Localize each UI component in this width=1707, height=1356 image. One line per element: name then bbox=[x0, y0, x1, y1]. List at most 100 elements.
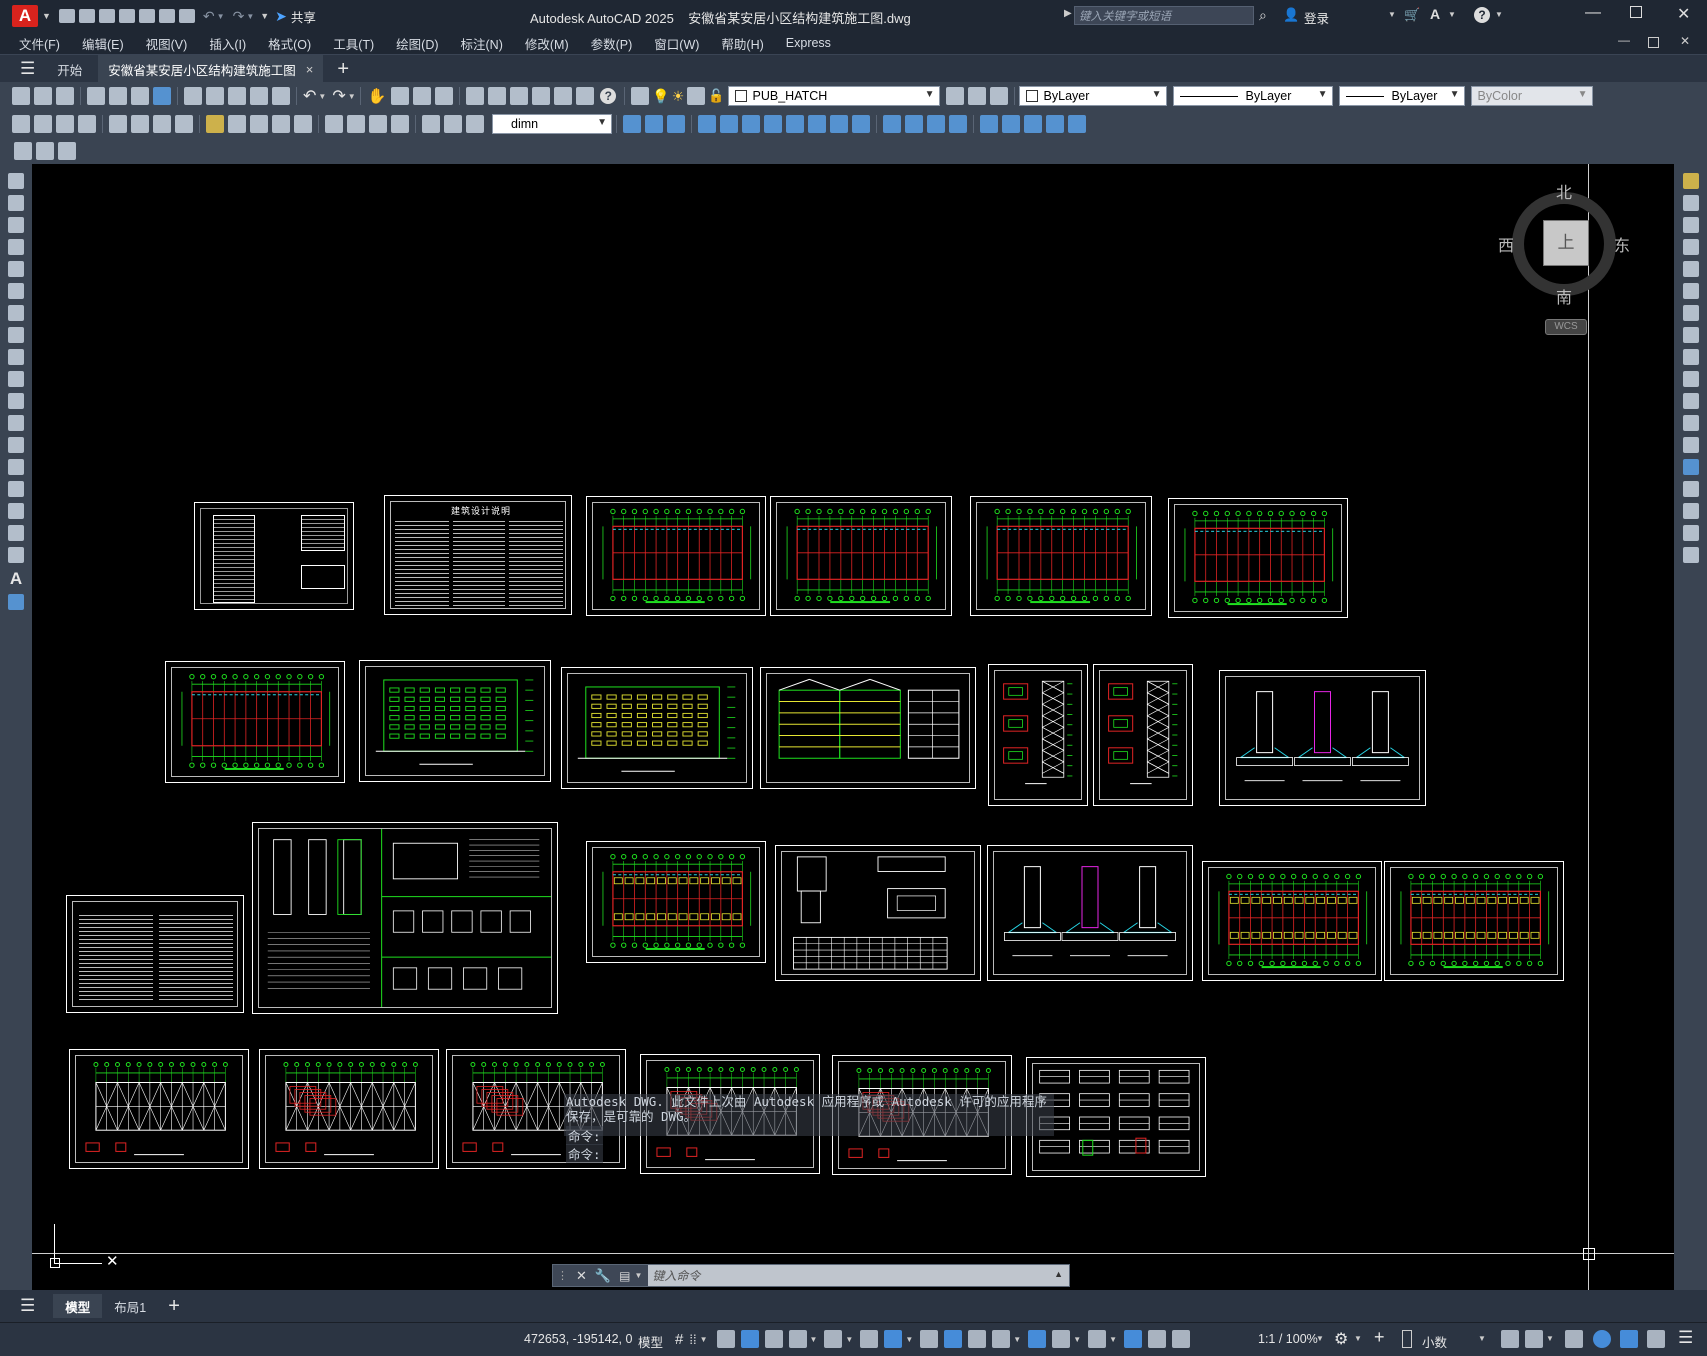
object-snap-tracking-icon[interactable] bbox=[860, 1330, 879, 1348]
menu-help[interactable]: 帮助(H) bbox=[721, 34, 763, 53]
model-space-canvas[interactable]: ✕ 上 北 南 西 东 WCS 建筑设计说明 Autodesk DWG. 此文件… bbox=[32, 164, 1674, 1290]
help-icon[interactable]: ? bbox=[1474, 7, 1490, 23]
zoom-previous-icon[interactable] bbox=[435, 87, 454, 105]
snap-icon[interactable]: ⁞⁞ bbox=[689, 1332, 696, 1347]
circle-icon[interactable] bbox=[8, 305, 24, 321]
share-icon[interactable]: ➤ bbox=[275, 8, 287, 25]
dynamic-ucs-icon[interactable] bbox=[1028, 1330, 1047, 1348]
new-tab-button[interactable]: + bbox=[337, 58, 349, 81]
isodraft-dropdown-icon[interactable]: ▼ bbox=[845, 1335, 853, 1344]
sheet-footing-sections[interactable] bbox=[987, 845, 1193, 981]
zoom-realtime-icon[interactable] bbox=[391, 87, 410, 105]
continue-dimension-icon[interactable] bbox=[250, 115, 268, 133]
doc-minimize-icon[interactable]: — bbox=[1618, 33, 1630, 47]
coordinate-readout[interactable]: 472653, -195142, 0 bbox=[524, 1332, 632, 1346]
menu-parametric[interactable]: 参数(P) bbox=[591, 34, 633, 53]
ellipse-icon[interactable] bbox=[8, 371, 24, 387]
markup-icon[interactable] bbox=[554, 87, 573, 105]
undo-dropdown-icon[interactable]: ▼ bbox=[318, 92, 326, 101]
delete-faces-icon[interactable] bbox=[764, 115, 782, 133]
point-icon[interactable] bbox=[8, 459, 24, 475]
match-properties-icon[interactable] bbox=[250, 87, 268, 105]
menu-tools[interactable]: 工具(T) bbox=[333, 34, 374, 53]
clean-screen-icon[interactable] bbox=[1620, 1330, 1638, 1348]
erase-icon[interactable] bbox=[1682, 173, 1699, 189]
intersect-icon[interactable] bbox=[667, 115, 685, 133]
radius-dimension-icon[interactable] bbox=[109, 115, 127, 133]
blend-curves-icon[interactable] bbox=[1682, 525, 1699, 541]
make-current-layer-icon[interactable] bbox=[945, 87, 964, 105]
scale-icon[interactable] bbox=[1682, 327, 1699, 343]
open-file-icon[interactable] bbox=[78, 9, 95, 23]
doc-close-icon[interactable]: ✕ bbox=[1680, 34, 1690, 48]
separate-icon[interactable] bbox=[927, 115, 945, 133]
lock-ui-icon[interactable] bbox=[1525, 1330, 1543, 1348]
tolerance-icon[interactable] bbox=[325, 115, 343, 133]
compass-east[interactable]: 东 bbox=[1614, 232, 1630, 256]
baseline-dimension-icon[interactable] bbox=[228, 115, 246, 133]
sheet-stair-detail-1[interactable] bbox=[988, 664, 1088, 806]
model-space-toggle[interactable]: 模型 bbox=[638, 1332, 663, 1351]
dimension-update-icon[interactable] bbox=[466, 115, 484, 133]
pan-icon[interactable]: ✋ bbox=[368, 87, 387, 105]
layer-lock-icon[interactable]: 🔓 bbox=[708, 88, 724, 104]
polar-tracking-icon[interactable] bbox=[788, 1330, 807, 1348]
scale-dropdown-icon[interactable]: ▼ bbox=[1316, 1334, 1324, 1343]
redo-icon[interactable]: ↷ bbox=[332, 86, 345, 106]
menu-format[interactable]: 格式(O) bbox=[268, 34, 311, 53]
lock-ui-dropdown-icon[interactable]: ▼ bbox=[1546, 1334, 1554, 1343]
viewcube[interactable]: 上 北 南 西 东 WCS bbox=[1492, 172, 1632, 342]
3d-print-icon[interactable] bbox=[153, 87, 171, 105]
sheet-structural-notes[interactable] bbox=[66, 895, 244, 1013]
region-icon[interactable] bbox=[8, 525, 24, 541]
sheet-beam-plan-2[interactable] bbox=[1384, 861, 1564, 981]
copy-object-icon[interactable] bbox=[1682, 195, 1699, 211]
workspace-gear-icon[interactable]: ⚙ bbox=[1334, 1329, 1348, 1349]
diameter-dimension-icon[interactable] bbox=[153, 115, 171, 133]
extract-edges-icon[interactable] bbox=[980, 115, 998, 133]
multiline-text-icon[interactable]: A bbox=[0, 569, 32, 589]
chevron-right-icon[interactable]: ▶ bbox=[1064, 8, 1072, 19]
sheet-floor-plan-1[interactable] bbox=[586, 496, 766, 616]
sheet-side-elevation[interactable] bbox=[760, 667, 976, 789]
snap-dropdown-icon[interactable]: ▼ bbox=[700, 1335, 708, 1344]
shell-icon[interactable] bbox=[949, 115, 967, 133]
quick-properties-icon[interactable] bbox=[1501, 1330, 1519, 1348]
attribute-manager-icon[interactable] bbox=[58, 142, 76, 160]
tab-start[interactable]: 开始 bbox=[57, 60, 82, 79]
menu-file[interactable]: 文件(F) bbox=[19, 34, 60, 53]
sheet-set-icon[interactable] bbox=[532, 87, 551, 105]
annotation-scale-icon[interactable] bbox=[1172, 1330, 1191, 1348]
infer-constraints-icon[interactable] bbox=[716, 1330, 735, 1348]
menu-edit[interactable]: 编辑(E) bbox=[82, 34, 124, 53]
recent-commands-icon[interactable]: ▤ bbox=[619, 1269, 630, 1283]
plot-icon[interactable] bbox=[178, 9, 195, 23]
annotation-scale[interactable]: 1:1 / 100% bbox=[1258, 1332, 1318, 1346]
tab-layout1[interactable]: 布局1 bbox=[114, 1297, 146, 1316]
rotate-faces-icon[interactable] bbox=[786, 115, 804, 133]
offset-icon[interactable] bbox=[1682, 239, 1699, 255]
properties-icon[interactable] bbox=[466, 87, 485, 105]
doc-restore-icon[interactable] bbox=[1648, 37, 1659, 48]
units-dropdown-icon[interactable]: ▼ bbox=[1478, 1334, 1486, 1343]
menu-view[interactable]: 视图(V) bbox=[146, 34, 188, 53]
hamburger-menu-icon[interactable]: ☰ bbox=[20, 59, 35, 79]
revision-cloud-icon[interactable] bbox=[8, 327, 24, 343]
dimension-break-icon[interactable] bbox=[294, 115, 312, 133]
save-icon[interactable] bbox=[98, 9, 115, 23]
lineweight-dropdown[interactable]: ByLayer ▼ bbox=[1338, 86, 1465, 106]
annotation-monitor-icon[interactable]: + bbox=[1374, 1327, 1385, 1348]
chamfer-icon[interactable] bbox=[1682, 481, 1699, 497]
quick-dimension-icon[interactable] bbox=[206, 115, 224, 133]
fullscreen-icon[interactable] bbox=[1647, 1330, 1665, 1348]
jogged-dimension-icon[interactable] bbox=[131, 115, 149, 133]
ordinate-dimension-icon[interactable] bbox=[78, 115, 96, 133]
block-attribute-icon[interactable] bbox=[14, 142, 32, 160]
copy-icon[interactable] bbox=[206, 87, 224, 105]
sheet-floor-plan-2[interactable] bbox=[770, 496, 952, 616]
auto-scale-icon[interactable] bbox=[1148, 1330, 1167, 1348]
recent-commands-dropdown-icon[interactable]: ▼ bbox=[634, 1271, 642, 1280]
fillet-icon[interactable] bbox=[1682, 503, 1699, 519]
compass-south[interactable]: 南 bbox=[1556, 284, 1572, 308]
chevron-down-icon[interactable]: ▼ bbox=[42, 11, 51, 21]
